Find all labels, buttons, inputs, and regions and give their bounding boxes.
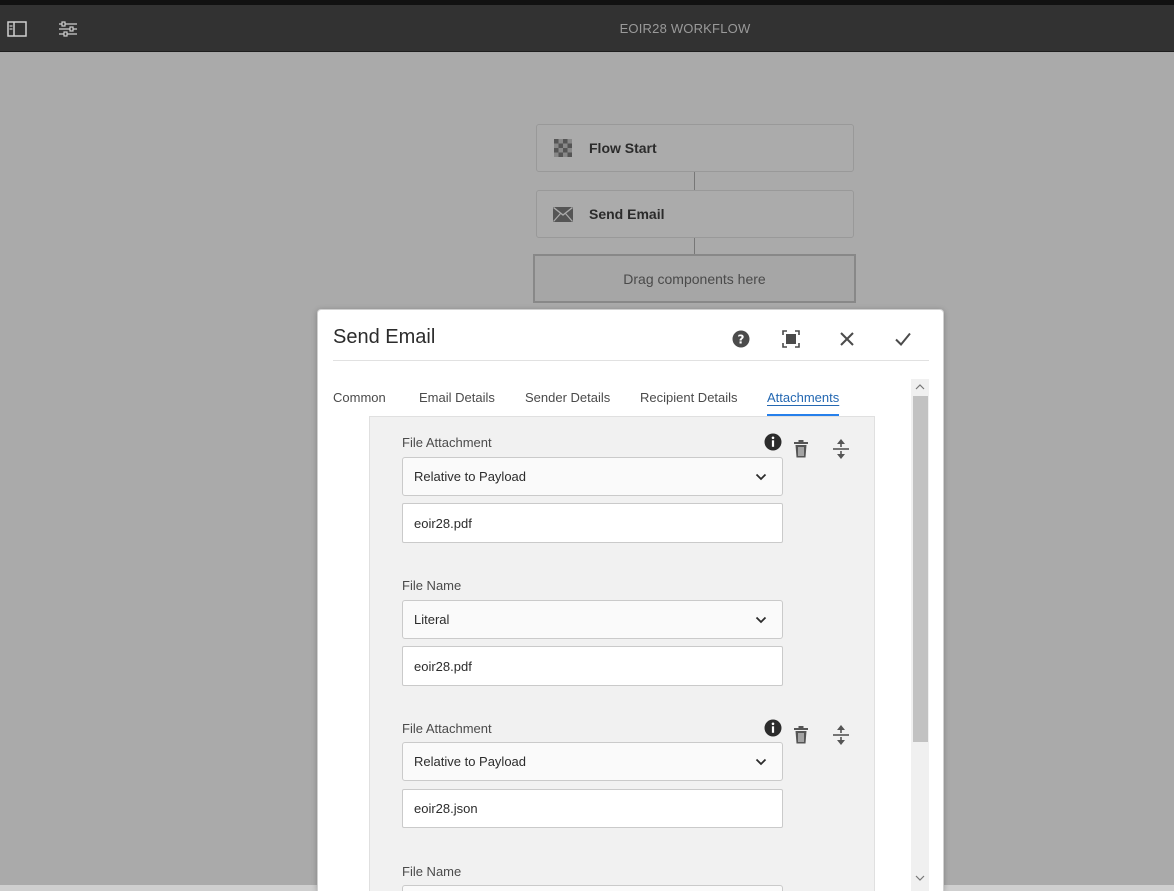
connector-line xyxy=(694,238,695,254)
fullscreen-icon[interactable] xyxy=(778,326,804,352)
file-name-input[interactable] xyxy=(402,646,783,686)
reorder-icon[interactable] xyxy=(831,439,851,459)
tab-recipient-details[interactable]: Recipient Details xyxy=(640,390,738,410)
trash-icon[interactable] xyxy=(791,725,811,745)
dialog-divider xyxy=(333,360,929,361)
node-label: Flow Start xyxy=(589,140,657,156)
envelope-icon xyxy=(552,203,574,225)
file-name-mode-select[interactable]: Literal xyxy=(402,600,783,639)
chevron-down-icon xyxy=(754,470,768,484)
scroll-thumb[interactable] xyxy=(913,396,928,742)
select-value: Relative to Payload xyxy=(414,469,527,484)
tab-attachments[interactable]: Attachments xyxy=(767,390,840,416)
reorder-icon[interactable] xyxy=(831,725,851,745)
send-email-dialog: Send Email ? Common Email Details Sender… xyxy=(317,309,944,891)
scroll-up-icon[interactable] xyxy=(911,379,929,395)
node-label: Send Email xyxy=(589,206,665,222)
trash-icon[interactable] xyxy=(791,439,811,459)
tab-email-details[interactable]: Email Details xyxy=(419,390,495,410)
select-value: Literal xyxy=(414,612,450,627)
file-attachment-mode-select[interactable]: Relative to Payload xyxy=(402,457,783,496)
info-icon[interactable] xyxy=(763,718,783,738)
file-attachment-mode-select[interactable]: Relative to Payload xyxy=(402,742,783,781)
close-icon[interactable] xyxy=(834,326,860,352)
connector-line xyxy=(694,172,695,190)
chevron-down-icon xyxy=(754,755,768,769)
svg-text:?: ? xyxy=(738,333,745,347)
info-icon[interactable] xyxy=(763,432,783,452)
file-attachment-label: File Attachment xyxy=(402,435,492,450)
select-value: Relative to Payload xyxy=(414,754,527,769)
file-attachment-path-input[interactable] xyxy=(402,503,783,543)
file-name-label: File Name xyxy=(402,578,462,593)
dialog-scrollbar[interactable] xyxy=(911,379,929,891)
workflow-title: EOIR28 WORKFLOW xyxy=(619,21,751,36)
tab-sender-details[interactable]: Sender Details xyxy=(525,390,610,410)
scroll-down-icon[interactable] xyxy=(911,870,929,886)
help-icon[interactable]: ? xyxy=(728,326,754,352)
flow-start-node[interactable]: Flow Start xyxy=(536,124,854,172)
file-attachment-label: File Attachment xyxy=(402,721,492,736)
chevron-down-icon xyxy=(754,613,768,627)
tab-common[interactable]: Common xyxy=(333,390,386,410)
editor-toolbar: EOIR28 WORKFLOW xyxy=(0,5,1174,52)
send-email-node[interactable]: Send Email xyxy=(536,190,854,238)
component-dropzone[interactable]: Drag components here xyxy=(533,254,856,303)
file-name-label: File Name xyxy=(402,864,462,879)
file-attachment-path-input[interactable] xyxy=(402,789,783,828)
checkmark-icon[interactable] xyxy=(890,326,916,352)
file-name-mode-select[interactable] xyxy=(402,885,783,891)
dropzone-label: Drag components here xyxy=(623,270,766,287)
attachments-panel: File Attachment Relative to Payload File… xyxy=(369,416,875,891)
flow-start-icon xyxy=(552,137,574,159)
dialog-title: Send Email xyxy=(333,326,436,348)
